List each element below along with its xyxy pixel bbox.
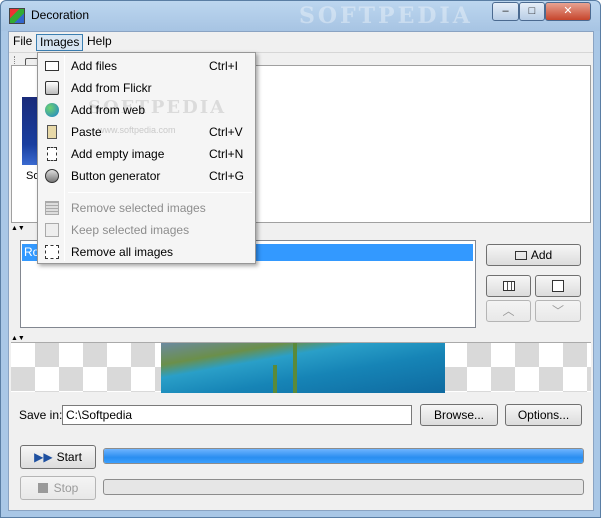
close-button[interactable]: ✕ — [545, 2, 591, 21]
client-area: File Images Help So ▲▼ Ro Add ︿ ﹀ ▲▼ Sav… — [8, 31, 594, 511]
menu-item-remove-all[interactable]: Remove all images — [40, 241, 254, 263]
splitter-bottom-icon[interactable]: ▲▼ — [11, 335, 25, 342]
window-title: Decoration — [31, 8, 90, 22]
browse-button[interactable]: Browse... — [420, 404, 498, 426]
preview-panel — [11, 342, 591, 393]
chevron-down-icon: ﹀ — [551, 304, 564, 318]
menu-item-label: Add files — [71, 59, 118, 73]
menu-item-label: Button generator — [71, 169, 161, 183]
menu-file[interactable]: File — [10, 34, 35, 51]
menu-item-label: Paste — [71, 125, 102, 139]
preview-image — [161, 343, 445, 393]
options-button[interactable]: Options... — [505, 404, 582, 426]
stop-button[interactable]: Stop — [20, 476, 96, 500]
menu-item-paste[interactable]: Paste Ctrl+V — [40, 121, 254, 143]
menu-item-label: Keep selected images — [71, 223, 190, 237]
globe-icon — [45, 103, 59, 117]
add-button[interactable]: Add — [486, 244, 581, 266]
menu-item-add-files[interactable]: Add files Ctrl+I — [40, 55, 254, 77]
softpedia-watermark: SOFTPEDIA — [299, 3, 473, 29]
palm-trunk — [273, 365, 277, 393]
add-button-label: Add — [530, 248, 553, 262]
save-path-input[interactable]: C:\Softpedia — [62, 405, 412, 425]
move-down-button[interactable]: ﹀ — [535, 300, 581, 322]
chevron-up-icon: ︿ — [502, 304, 515, 318]
images-menu: SOFTPEDIA www.softpedia.com Add files Ct… — [37, 52, 256, 264]
menu-item-keep-selected[interactable]: Keep selected images — [40, 219, 254, 241]
menu-help[interactable]: Help — [84, 34, 115, 51]
add-files-icon — [45, 61, 59, 71]
menu-item-label: Add empty image — [71, 147, 165, 161]
start-progress-fill — [104, 449, 583, 463]
app-icon — [9, 8, 25, 24]
title-bar[interactable]: Decoration SOFTPEDIA – □ ✕ — [1, 1, 600, 31]
stop-label: Stop — [53, 481, 79, 495]
start-label: Start — [56, 450, 82, 464]
start-button[interactable]: ▶▶ Start — [20, 445, 96, 469]
pencil-icon — [552, 280, 564, 292]
keep-selected-icon — [45, 223, 59, 237]
menu-item-label: Add from web — [71, 103, 146, 117]
menu-item-add-from-web[interactable]: Add from web — [40, 99, 254, 121]
menu-item-button-generator[interactable]: Button generator Ctrl+G — [40, 165, 254, 187]
start-progress-bar — [103, 448, 584, 464]
menu-bar: File Images Help — [9, 32, 593, 51]
splitter-top-icon[interactable]: ▲▼ — [11, 225, 25, 232]
new-image-icon — [47, 147, 57, 161]
menu-item-label: Remove selected images — [71, 201, 206, 215]
menu-item-shortcut: Ctrl+V — [209, 125, 243, 139]
flickr-icon — [45, 81, 59, 95]
add-list-icon — [514, 251, 527, 260]
paste-icon — [47, 125, 57, 139]
menu-separator — [68, 192, 252, 193]
button-generator-icon — [45, 169, 59, 183]
remove-all-icon — [45, 245, 59, 259]
stop-icon — [37, 483, 48, 493]
remove-selected-icon — [45, 201, 59, 215]
menu-item-shortcut: Ctrl+N — [209, 147, 244, 161]
menu-item-add-from-flickr[interactable]: Add from Flickr — [40, 77, 254, 99]
maximize-button[interactable]: □ — [519, 2, 545, 21]
palm-trunk — [293, 343, 297, 393]
save-in-label: Save in: — [19, 408, 63, 422]
edit-button[interactable] — [535, 275, 581, 297]
app-window: Decoration SOFTPEDIA – □ ✕ File Images H… — [0, 0, 601, 518]
move-up-button[interactable]: ︿ — [486, 300, 531, 322]
menu-item-label: Add from Flickr — [71, 81, 152, 95]
settings-button[interactable] — [486, 275, 531, 297]
play-icon: ▶▶ — [34, 450, 53, 464]
menu-images[interactable]: Images — [36, 34, 84, 51]
menu-item-remove-selected[interactable]: Remove selected images — [40, 197, 254, 219]
grid-icon — [502, 281, 515, 291]
menu-item-shortcut: Ctrl+I — [209, 59, 239, 73]
menu-item-add-empty-image[interactable]: Add empty image Ctrl+N — [40, 143, 254, 165]
stop-progress-bar — [103, 479, 584, 495]
minimize-button[interactable]: – — [492, 2, 519, 21]
menu-item-shortcut: Ctrl+G — [209, 169, 245, 183]
menu-item-label: Remove all images — [71, 245, 174, 259]
